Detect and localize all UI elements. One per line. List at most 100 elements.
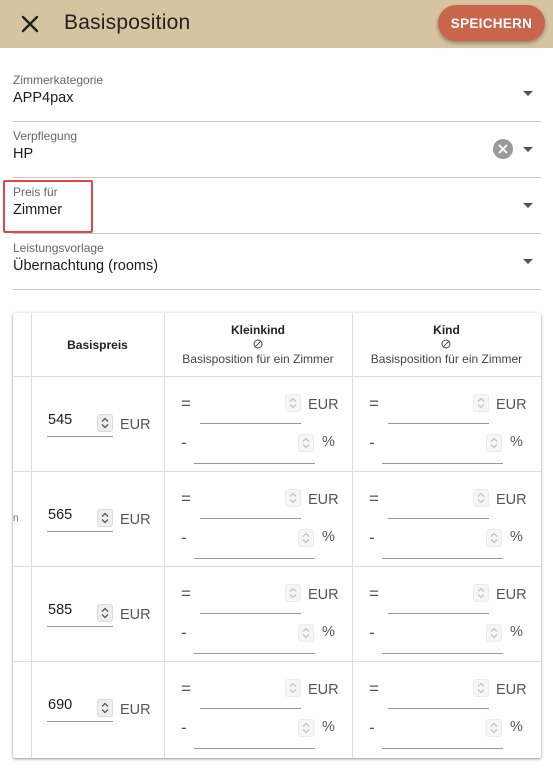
minus-sign: - bbox=[369, 623, 375, 642]
spinner-icon[interactable] bbox=[285, 394, 301, 412]
unit-percent: % bbox=[322, 719, 335, 735]
unit-eur: EUR bbox=[120, 702, 151, 718]
header-kind: Kind bbox=[433, 323, 460, 337]
unit-percent: % bbox=[322, 624, 335, 640]
equal-value-input[interactable] bbox=[200, 708, 301, 709]
unit-eur: EUR bbox=[308, 492, 339, 508]
unit-eur: EUR bbox=[496, 587, 527, 603]
spinner-icon[interactable] bbox=[97, 604, 113, 622]
header-kleinkind-sub: Basisposition für ein Zimmer bbox=[182, 352, 334, 366]
unit-eur: EUR bbox=[120, 512, 151, 528]
page-title: Basisposition bbox=[64, 11, 191, 34]
chevron-down-icon[interactable] bbox=[523, 91, 533, 96]
close-icon[interactable] bbox=[16, 10, 44, 38]
equal-value-input[interactable] bbox=[200, 518, 301, 519]
equal-sign: = bbox=[369, 679, 379, 698]
equal-value-input[interactable] bbox=[388, 613, 489, 614]
equal-value-input[interactable] bbox=[388, 708, 489, 709]
spinner-icon[interactable] bbox=[298, 529, 314, 547]
app-header: Basisposition SPEICHERN bbox=[0, 0, 553, 48]
price-for-value: Zimmer bbox=[13, 202, 63, 218]
unit-eur: EUR bbox=[308, 397, 339, 413]
row-divider bbox=[13, 661, 541, 662]
header-basispreis: Basispreis bbox=[67, 338, 128, 352]
minus-sign: - bbox=[181, 718, 187, 737]
percent-value-input[interactable] bbox=[194, 748, 315, 749]
spinner-icon[interactable] bbox=[486, 624, 502, 642]
not-allowed-icon bbox=[441, 339, 451, 349]
price-value: 545 bbox=[48, 412, 73, 428]
spinner-icon[interactable] bbox=[473, 584, 489, 602]
unit-eur: EUR bbox=[120, 607, 151, 623]
unit-percent: % bbox=[510, 624, 523, 640]
spinner-icon[interactable] bbox=[97, 509, 113, 527]
room-category-select[interactable]: Zimmerkategorie APP4pax bbox=[13, 66, 541, 122]
equal-value-input[interactable] bbox=[200, 613, 301, 614]
unit-percent: % bbox=[510, 719, 523, 735]
spinner-icon[interactable] bbox=[473, 489, 489, 507]
spinner-icon[interactable] bbox=[473, 394, 489, 412]
service-template-label: Leistungsvorlage bbox=[13, 241, 104, 255]
percent-value-input[interactable] bbox=[382, 748, 503, 749]
spinner-icon[interactable] bbox=[298, 624, 314, 642]
column-divider bbox=[31, 313, 32, 758]
percent-value-input[interactable] bbox=[382, 653, 503, 654]
not-allowed-icon bbox=[253, 339, 263, 349]
unit-eur: EUR bbox=[496, 397, 527, 413]
truncated-text: n bbox=[13, 513, 19, 524]
board-label: Verpflegung bbox=[13, 129, 78, 143]
clear-icon[interactable] bbox=[493, 139, 513, 159]
equal-value-input[interactable] bbox=[200, 423, 301, 424]
chevron-down-icon[interactable] bbox=[523, 147, 533, 152]
equal-sign: = bbox=[369, 584, 379, 603]
unit-percent: % bbox=[322, 434, 335, 450]
room-category-label: Zimmerkategorie bbox=[13, 73, 104, 87]
unit-percent: % bbox=[510, 434, 523, 450]
column-divider bbox=[164, 313, 165, 758]
spinner-icon[interactable] bbox=[285, 679, 301, 697]
spinner-icon[interactable] bbox=[97, 699, 113, 717]
chevron-down-icon[interactable] bbox=[523, 259, 533, 264]
price-for-label: Preis für bbox=[13, 185, 58, 199]
percent-value-input[interactable] bbox=[382, 558, 503, 559]
equal-sign: = bbox=[369, 489, 379, 508]
spinner-icon[interactable] bbox=[486, 434, 502, 452]
spinner-icon[interactable] bbox=[298, 434, 314, 452]
percent-value-input[interactable] bbox=[194, 558, 315, 559]
unit-eur: EUR bbox=[120, 417, 151, 433]
percent-value-input[interactable] bbox=[194, 653, 315, 654]
service-template-select[interactable]: Leistungsvorlage Übernachtung (rooms) bbox=[13, 234, 541, 290]
service-template-value: Übernachtung (rooms) bbox=[13, 258, 159, 274]
spinner-icon[interactable] bbox=[486, 719, 502, 737]
minus-sign: - bbox=[181, 623, 187, 642]
equal-sign: = bbox=[369, 394, 379, 413]
spinner-icon[interactable] bbox=[97, 414, 113, 432]
spinner-icon[interactable] bbox=[285, 584, 301, 602]
pricing-table: Basispreis Kleinkind Basisposition für e… bbox=[13, 313, 541, 758]
equal-value-input[interactable] bbox=[388, 423, 489, 424]
equal-sign: = bbox=[181, 679, 191, 698]
board-value: HP bbox=[13, 146, 34, 162]
spinner-icon[interactable] bbox=[473, 679, 489, 697]
spinner-icon[interactable] bbox=[298, 719, 314, 737]
minus-sign: - bbox=[181, 433, 187, 452]
room-category-value: APP4pax bbox=[13, 90, 74, 106]
minus-sign: - bbox=[369, 433, 375, 452]
spinner-icon[interactable] bbox=[285, 489, 301, 507]
chevron-down-icon[interactable] bbox=[523, 203, 533, 208]
unit-eur: EUR bbox=[308, 587, 339, 603]
equal-sign: = bbox=[181, 489, 191, 508]
price-for-select[interactable]: Preis für Zimmer bbox=[13, 178, 541, 234]
unit-eur: EUR bbox=[496, 682, 527, 698]
equal-value-input[interactable] bbox=[388, 518, 489, 519]
percent-value-input[interactable] bbox=[194, 463, 315, 464]
save-button[interactable]: SPEICHERN bbox=[438, 5, 545, 41]
percent-value-input[interactable] bbox=[382, 463, 503, 464]
spinner-icon[interactable] bbox=[486, 529, 502, 547]
row-divider bbox=[13, 376, 541, 377]
equal-sign: = bbox=[181, 584, 191, 603]
price-value: 565 bbox=[48, 507, 73, 523]
header-kind-sub: Basisposition für ein Zimmer bbox=[370, 352, 523, 366]
board-select[interactable]: Verpflegung HP bbox=[13, 122, 541, 178]
header-kleinkind: Kleinkind bbox=[230, 323, 285, 337]
